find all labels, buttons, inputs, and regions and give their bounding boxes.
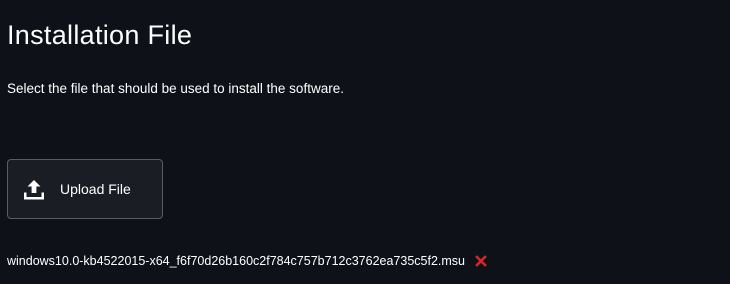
page-title: Installation File bbox=[7, 20, 193, 50]
upload-icon bbox=[24, 180, 44, 200]
file-name: windows10.0-kb4522015-x64_f6f70d26b160c2… bbox=[7, 254, 466, 268]
upload-file-button[interactable]: Upload File bbox=[7, 159, 163, 219]
close-icon[interactable] bbox=[475, 255, 487, 267]
page-description: Select the file that should be used to i… bbox=[7, 81, 344, 96]
upload-file-label: Upload File bbox=[60, 181, 131, 197]
selected-file: windows10.0-kb4522015-x64_f6f70d26b160c2… bbox=[7, 251, 487, 271]
